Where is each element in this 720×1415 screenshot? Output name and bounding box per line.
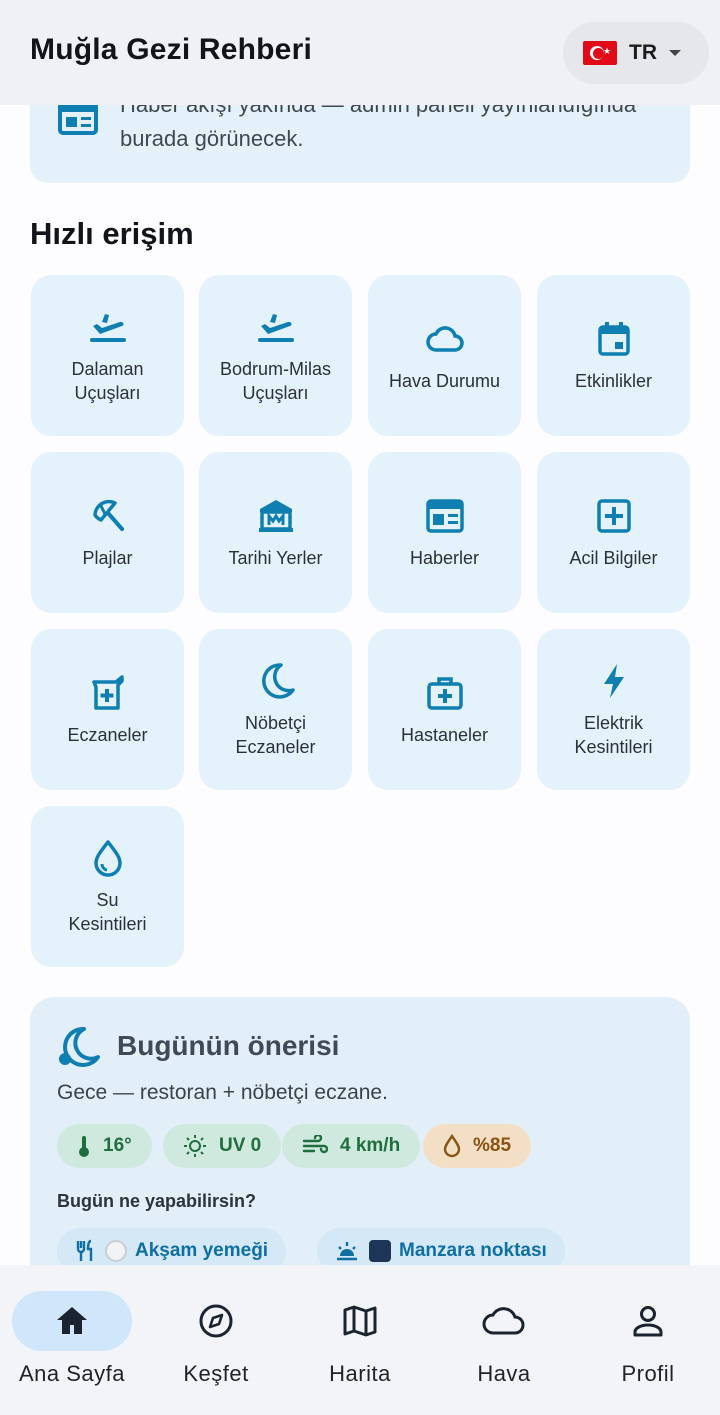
- tile-events[interactable]: Etkinlikler: [537, 275, 690, 436]
- tile-label: Etkinlikler: [574, 370, 653, 391]
- sun-icon: [184, 1135, 206, 1157]
- pharmacy-icon: [91, 674, 124, 710]
- recommendation-subtitle: Gece — restoran + nöbetçi eczane.: [57, 1081, 388, 1104]
- tile-label: Nöbetçi Eczaneler: [235, 712, 316, 757]
- home-icon: [57, 1307, 87, 1334]
- recommendation-question: Bugün ne yapabilirsin?: [57, 1191, 257, 1211]
- tile-pharmacies[interactable]: Eczaneler: [31, 629, 184, 790]
- medical-bag-icon: [426, 676, 463, 710]
- compass-icon: [199, 1304, 233, 1338]
- tile-label: Hastaneler: [400, 724, 489, 745]
- tile-label: Haberler: [409, 547, 480, 568]
- tile-emergency-info[interactable]: Acil Bilgiler: [537, 452, 690, 613]
- recommendation-card: Bugünün önerisi Gece — restoran + nöbetç…: [30, 997, 690, 1297]
- water-drop-icon: [93, 839, 122, 877]
- night-moon-icon: [56, 1025, 100, 1073]
- wind-value: 4 km/h: [340, 1135, 401, 1156]
- nav-label: Ana Sayfa: [18, 1361, 125, 1386]
- tile-news[interactable]: Haberler: [368, 452, 521, 613]
- temperature-value: 16°: [103, 1135, 132, 1156]
- sunset-icon: [337, 1242, 357, 1261]
- calendar-icon: [597, 321, 630, 356]
- city-night-emoji-icon: [369, 1240, 391, 1262]
- tile-historical-places[interactable]: Tarihi Yerler: [199, 452, 352, 613]
- tile-label: Bodrum-Milas Uçuşları: [219, 358, 332, 403]
- humidity-value: %85: [473, 1135, 512, 1156]
- tile-label: Elektrik Kesintileri: [574, 712, 653, 757]
- nav-weather[interactable]: Hava: [432, 1265, 576, 1415]
- umbrella-icon: [92, 499, 124, 531]
- uv-value: UV 0: [219, 1135, 262, 1156]
- plate-emoji-icon: [105, 1240, 127, 1262]
- nav-map[interactable]: Harita: [288, 1265, 432, 1415]
- cloud-icon: [482, 1307, 525, 1335]
- language-selector[interactable]: ★ TR: [563, 22, 709, 84]
- tile-label: Dalaman Uçuşları: [71, 358, 144, 403]
- wind-icon: [302, 1135, 328, 1154]
- dinner-label: Akşam yemeği: [135, 1240, 269, 1261]
- map-icon: [343, 1305, 377, 1337]
- viewpoint-label: Manzara noktası: [399, 1240, 547, 1261]
- museum-icon: [258, 499, 293, 532]
- nav-label: Hava: [477, 1361, 531, 1386]
- newspaper-icon: [58, 100, 98, 140]
- person-icon: [633, 1306, 663, 1337]
- tile-label: Acil Bilgiler: [569, 547, 658, 568]
- flight-icon: [89, 313, 126, 342]
- recommendation-title: Bugünün önerisi: [117, 1030, 340, 1061]
- tile-dalaman-flights[interactable]: Dalaman Uçuşları: [31, 275, 184, 436]
- bottom-navigation: Ana Sayfa Keşfet Harita Hava Profil: [0, 1265, 720, 1415]
- nav-home[interactable]: Ana Sayfa: [0, 1265, 144, 1415]
- bolt-icon: [603, 663, 624, 698]
- tile-water-outages[interactable]: Su Kesintileri: [31, 806, 184, 967]
- tile-beaches[interactable]: Plajlar: [31, 452, 184, 613]
- uv-chip: UV 0: [163, 1124, 282, 1168]
- tile-label: Eczaneler: [67, 724, 148, 745]
- tile-label: Su Kesintileri: [68, 889, 147, 934]
- tile-label: Plajlar: [82, 547, 133, 568]
- tile-label: Tarihi Yerler: [228, 547, 323, 568]
- thermometer-icon: [79, 1136, 89, 1157]
- tile-label: Hava Durumu: [388, 370, 501, 391]
- language-code: TR: [629, 41, 657, 64]
- tile-bodrum-milas-flights[interactable]: Bodrum-Milas Uçuşları: [199, 275, 352, 436]
- cloud-icon: [425, 325, 464, 352]
- section-title-quick-access: Hızlı erişim: [30, 216, 194, 251]
- nav-explore[interactable]: Keşfet: [144, 1265, 288, 1415]
- tile-weather[interactable]: Hava Durumu: [368, 275, 521, 436]
- restaurant-icon: [76, 1239, 93, 1261]
- tile-hospitals[interactable]: Hastaneler: [368, 629, 521, 790]
- nav-profile[interactable]: Profil: [576, 1265, 720, 1415]
- nav-label: Harita: [329, 1361, 391, 1386]
- turkey-flag-icon: ★: [583, 41, 617, 65]
- app-title: Muğla Gezi Rehberi: [30, 33, 312, 66]
- temperature-chip: 16°: [57, 1124, 152, 1168]
- humidity-icon: [443, 1134, 461, 1158]
- tile-power-outages[interactable]: Elektrik Kesintileri: [537, 629, 690, 790]
- newspaper-icon: [425, 498, 464, 533]
- nav-label: Keşfet: [183, 1361, 249, 1386]
- app-bar: Muğla Gezi Rehberi ★ TR: [0, 0, 720, 105]
- wind-chip: 4 km/h: [282, 1124, 421, 1168]
- nav-label: Profil: [621, 1361, 675, 1386]
- moon-icon: [261, 662, 295, 699]
- medical-plus-icon: [596, 498, 631, 533]
- humidity-chip: %85: [423, 1124, 532, 1168]
- flight-icon: [257, 313, 294, 342]
- dropdown-caret-icon: [669, 50, 681, 56]
- tile-on-duty-pharmacies[interactable]: Nöbetçi Eczaneler: [199, 629, 352, 790]
